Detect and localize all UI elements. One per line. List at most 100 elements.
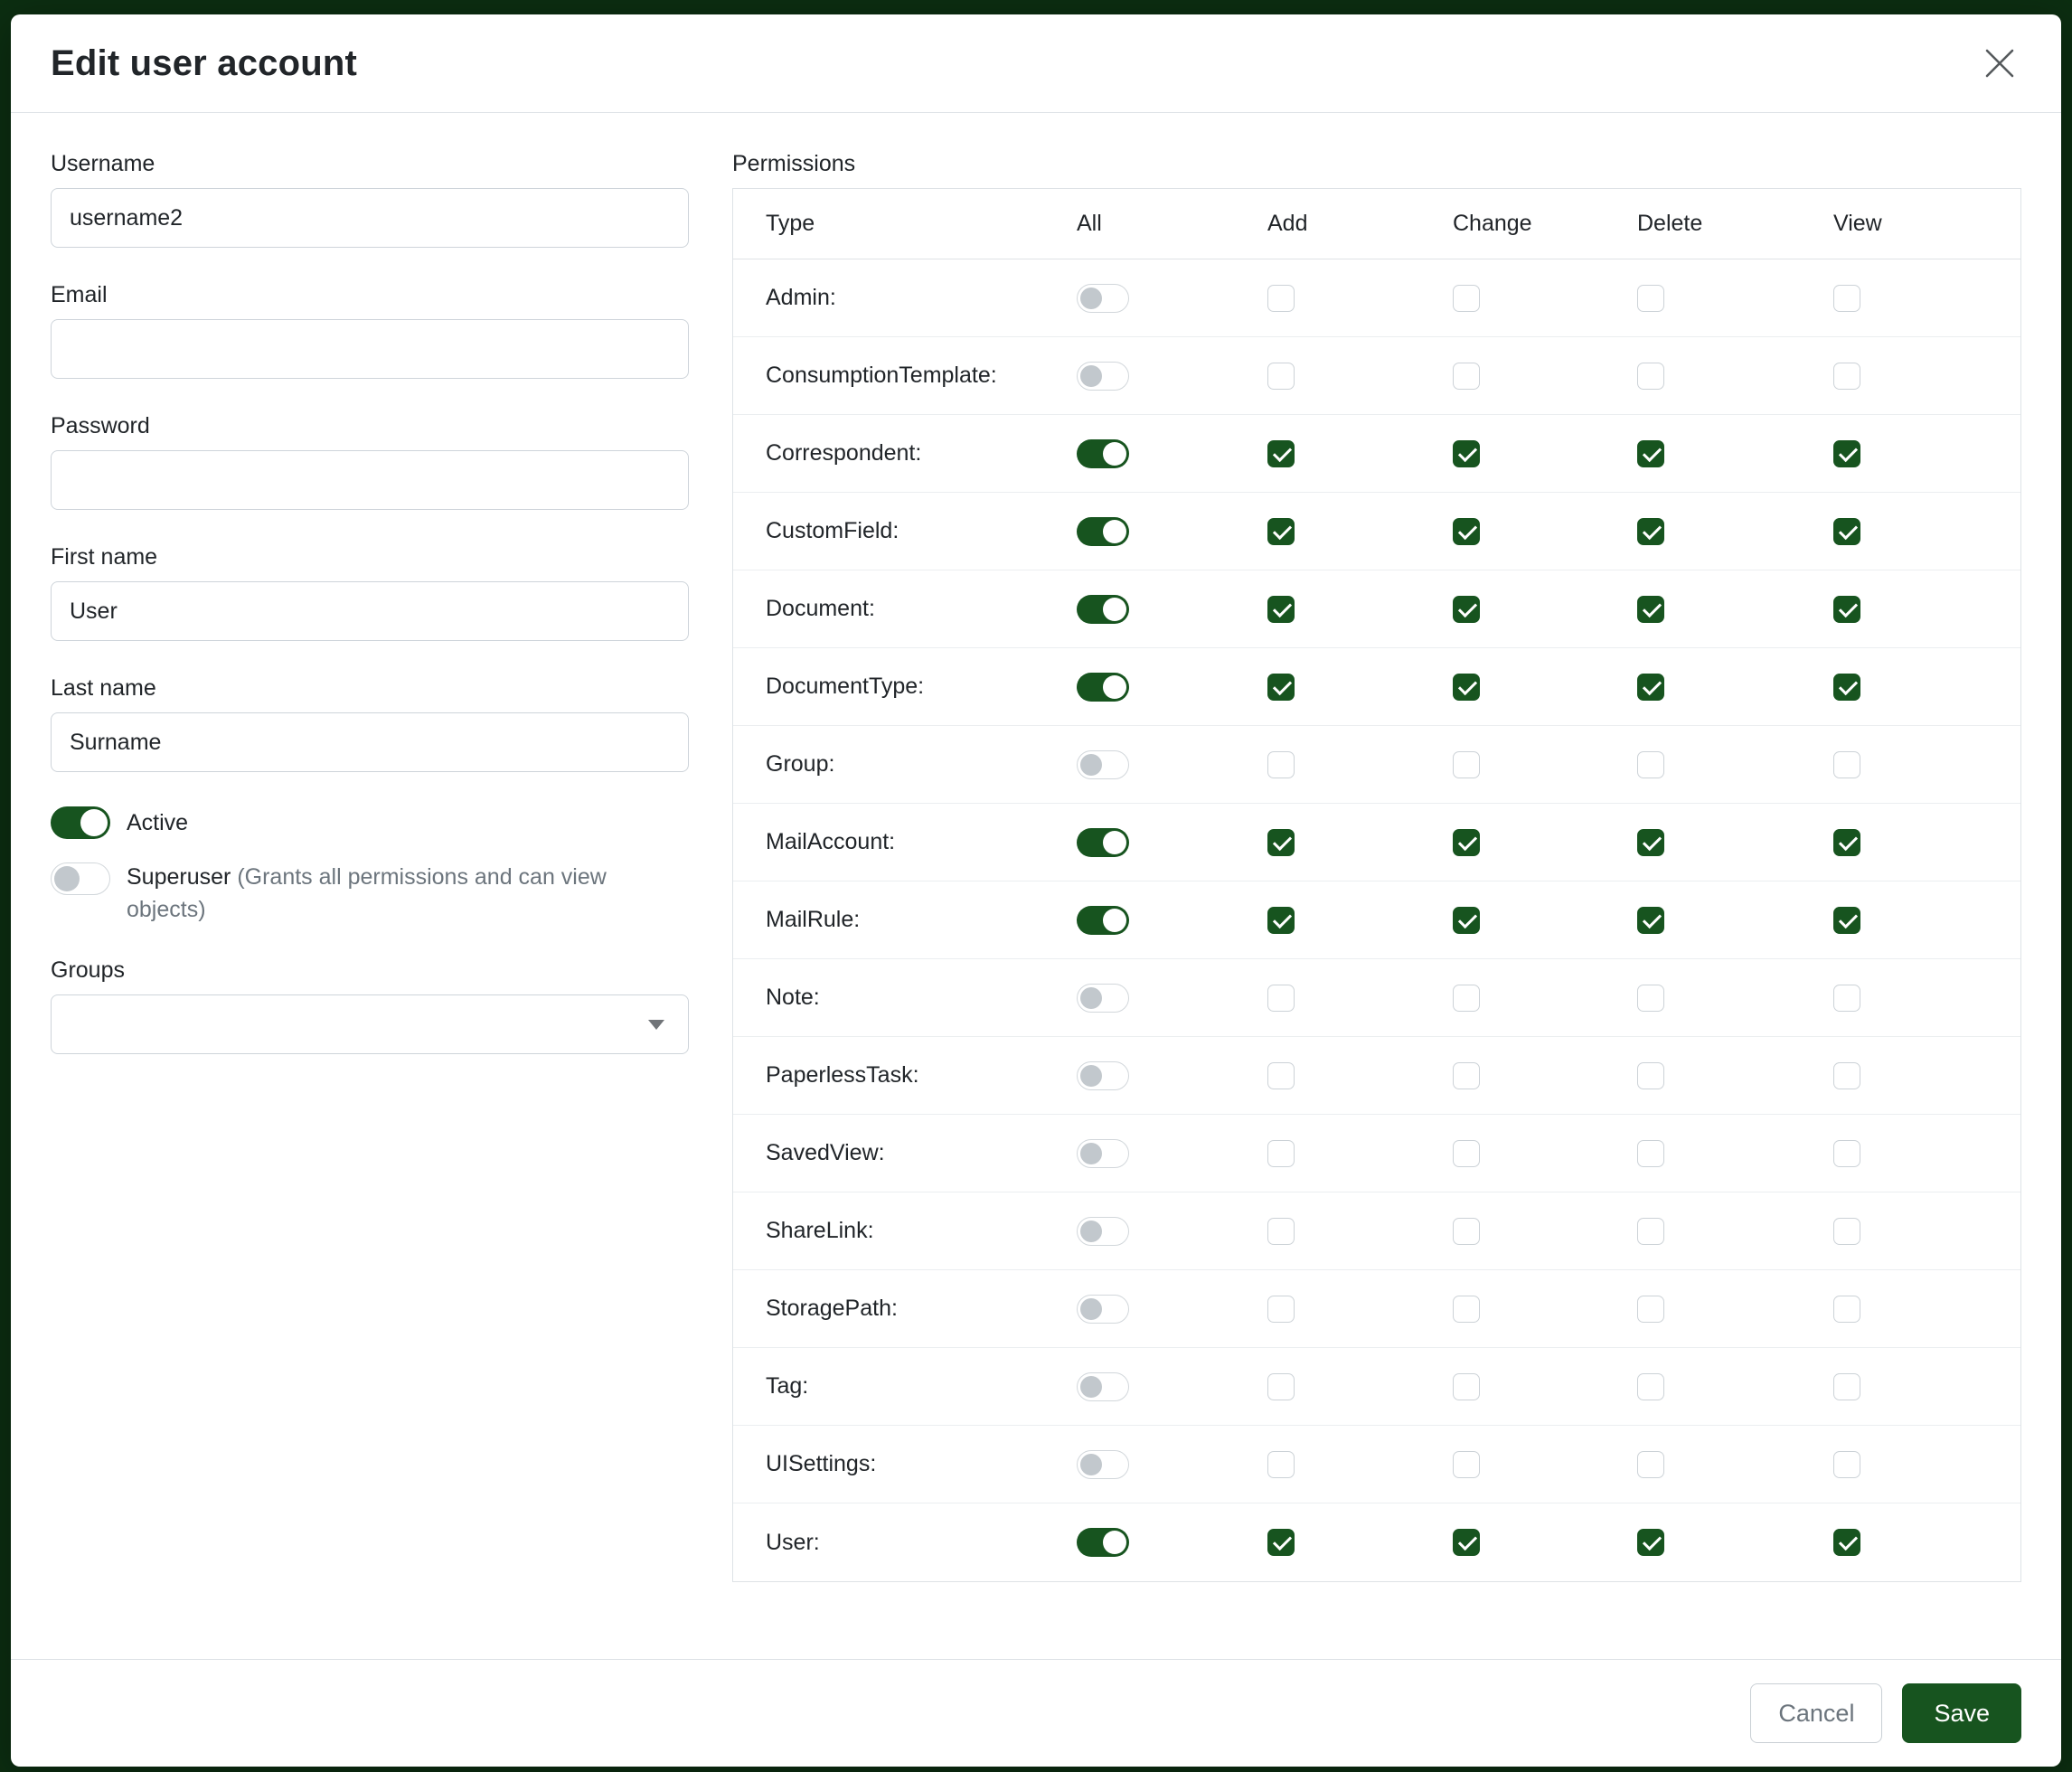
perm-checkbox-add[interactable] (1267, 907, 1295, 934)
perm-checkbox-delete[interactable] (1637, 596, 1664, 623)
perm-checkbox-change[interactable] (1453, 751, 1480, 778)
perm-toggle-all[interactable] (1077, 284, 1129, 313)
last-name-input[interactable] (51, 712, 689, 772)
close-button[interactable] (1978, 42, 2021, 85)
perm-toggle-all[interactable] (1077, 517, 1129, 546)
perm-checkbox-add[interactable] (1267, 363, 1295, 390)
perm-checkbox-add[interactable] (1267, 1373, 1295, 1400)
password-input[interactable] (51, 450, 689, 510)
perm-checkbox-change[interactable] (1453, 1062, 1480, 1089)
perm-toggle-all[interactable] (1077, 828, 1129, 857)
perm-toggle-all[interactable] (1077, 750, 1129, 779)
perm-checkbox-view[interactable] (1833, 363, 1860, 390)
perm-checkbox-delete[interactable] (1637, 751, 1664, 778)
email-input[interactable] (51, 319, 689, 379)
perm-checkbox-view[interactable] (1833, 518, 1860, 545)
toggle-knob (1103, 1531, 1126, 1554)
first-name-input[interactable] (51, 581, 689, 641)
perm-toggle-all[interactable] (1077, 1295, 1129, 1324)
perm-checkbox-add[interactable] (1267, 674, 1295, 701)
perm-toggle-all[interactable] (1077, 1139, 1129, 1168)
perm-checkbox-delete[interactable] (1637, 363, 1664, 390)
perm-checkbox-view[interactable] (1833, 1140, 1860, 1167)
perm-checkbox-add[interactable] (1267, 596, 1295, 623)
perm-checkbox-delete[interactable] (1637, 907, 1664, 934)
perm-checkbox-delete[interactable] (1637, 1296, 1664, 1323)
perm-checkbox-add[interactable] (1267, 1529, 1295, 1556)
perm-toggle-all[interactable] (1077, 362, 1129, 391)
save-button[interactable]: Save (1902, 1683, 2021, 1743)
perm-checkbox-add[interactable] (1267, 1062, 1295, 1089)
perm-checkbox-change[interactable] (1453, 1296, 1480, 1323)
perm-checkbox-delete[interactable] (1637, 1373, 1664, 1400)
perm-toggle-all[interactable] (1077, 906, 1129, 935)
perm-checkbox-change[interactable] (1453, 285, 1480, 312)
perm-checkbox-view[interactable] (1833, 596, 1860, 623)
perm-checkbox-view[interactable] (1833, 1218, 1860, 1245)
perm-checkbox-add[interactable] (1267, 1218, 1295, 1245)
perm-checkbox-delete[interactable] (1637, 1451, 1664, 1478)
perm-checkbox-view[interactable] (1833, 985, 1860, 1012)
perm-checkbox-delete[interactable] (1637, 985, 1664, 1012)
perm-checkbox-delete[interactable] (1637, 518, 1664, 545)
perm-toggle-all[interactable] (1077, 1450, 1129, 1479)
perm-checkbox-change[interactable] (1453, 1373, 1480, 1400)
superuser-row: Superuser (Grants all permissions and ca… (51, 861, 689, 927)
perm-checkbox-add[interactable] (1267, 1140, 1295, 1167)
perm-checkbox-change[interactable] (1453, 907, 1480, 934)
perm-toggle-all[interactable] (1077, 984, 1129, 1013)
perm-checkbox-change[interactable] (1453, 596, 1480, 623)
perm-checkbox-add[interactable] (1267, 518, 1295, 545)
perm-checkbox-delete[interactable] (1637, 1218, 1664, 1245)
perm-checkbox-view[interactable] (1833, 1062, 1860, 1089)
perm-checkbox-view[interactable] (1833, 1451, 1860, 1478)
perm-toggle-all[interactable] (1077, 595, 1129, 624)
perm-checkbox-delete[interactable] (1637, 1140, 1664, 1167)
perm-checkbox-change[interactable] (1453, 363, 1480, 390)
groups-select[interactable] (51, 994, 689, 1054)
perm-toggle-all[interactable] (1077, 1217, 1129, 1246)
perm-checkbox-change[interactable] (1453, 440, 1480, 467)
perm-checkbox-change[interactable] (1453, 674, 1480, 701)
perm-checkbox-view[interactable] (1833, 440, 1860, 467)
perm-checkbox-change[interactable] (1453, 1218, 1480, 1245)
active-toggle[interactable] (51, 806, 110, 839)
perm-checkbox-add[interactable] (1267, 751, 1295, 778)
perm-checkbox-delete[interactable] (1637, 285, 1664, 312)
perm-checkbox-delete[interactable] (1637, 1062, 1664, 1089)
perm-toggle-all[interactable] (1077, 1061, 1129, 1090)
perm-toggle-all[interactable] (1077, 673, 1129, 702)
perm-checkbox-add[interactable] (1267, 829, 1295, 856)
perm-checkbox-view[interactable] (1833, 285, 1860, 312)
toggle-knob (1080, 754, 1102, 776)
perm-checkbox-add[interactable] (1267, 1451, 1295, 1478)
perm-toggle-all[interactable] (1077, 1372, 1129, 1401)
cancel-button[interactable]: Cancel (1750, 1683, 1882, 1743)
perm-checkbox-delete[interactable] (1637, 674, 1664, 701)
username-input[interactable] (51, 188, 689, 248)
perm-checkbox-delete[interactable] (1637, 829, 1664, 856)
perm-checkbox-view[interactable] (1833, 907, 1860, 934)
perm-checkbox-view[interactable] (1833, 674, 1860, 701)
perm-checkbox-change[interactable] (1453, 1140, 1480, 1167)
perm-checkbox-change[interactable] (1453, 829, 1480, 856)
perm-checkbox-delete[interactable] (1637, 1529, 1664, 1556)
perm-checkbox-change[interactable] (1453, 1529, 1480, 1556)
perm-checkbox-view[interactable] (1833, 751, 1860, 778)
perm-checkbox-view[interactable] (1833, 1373, 1860, 1400)
perm-checkbox-view[interactable] (1833, 829, 1860, 856)
toggle-knob (54, 866, 80, 891)
perm-checkbox-delete[interactable] (1637, 440, 1664, 467)
perm-checkbox-change[interactable] (1453, 985, 1480, 1012)
perm-checkbox-add[interactable] (1267, 985, 1295, 1012)
perm-checkbox-view[interactable] (1833, 1529, 1860, 1556)
perm-toggle-all[interactable] (1077, 439, 1129, 468)
perm-checkbox-view[interactable] (1833, 1296, 1860, 1323)
perm-toggle-all[interactable] (1077, 1528, 1129, 1557)
superuser-toggle[interactable] (51, 862, 110, 895)
perm-checkbox-add[interactable] (1267, 1296, 1295, 1323)
perm-checkbox-change[interactable] (1453, 518, 1480, 545)
perm-checkbox-add[interactable] (1267, 440, 1295, 467)
perm-checkbox-change[interactable] (1453, 1451, 1480, 1478)
perm-checkbox-add[interactable] (1267, 285, 1295, 312)
